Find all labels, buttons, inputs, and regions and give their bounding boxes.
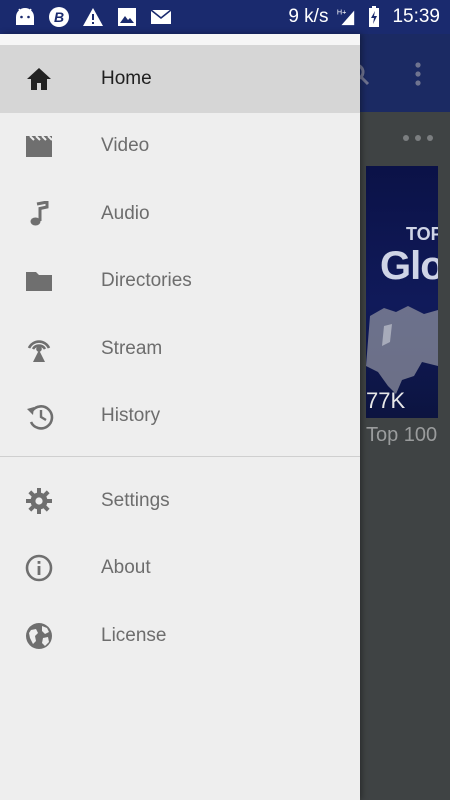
image-icon xyxy=(116,6,138,28)
nav-item-label: History xyxy=(101,405,161,427)
nav-item-directories[interactable]: Directories xyxy=(0,248,360,316)
nav-item-audio[interactable]: Audio xyxy=(0,180,360,248)
stream-antenna-icon xyxy=(24,334,54,364)
clock: 15:39 xyxy=(392,6,440,27)
nav-item-label: About xyxy=(101,557,151,579)
nav-item-stream[interactable]: Stream xyxy=(0,315,360,383)
nav-item-video[interactable]: Video xyxy=(0,113,360,181)
music-note-icon xyxy=(24,199,54,229)
nav-item-label: Directories xyxy=(101,270,192,292)
battery-charging-icon xyxy=(364,6,384,28)
info-icon xyxy=(24,553,54,583)
history-icon xyxy=(24,401,54,431)
thumbnail-title[interactable]: Top 100 xyxy=(366,424,450,447)
overflow-menu-icon[interactable] xyxy=(410,60,426,88)
nav-item-license[interactable]: License xyxy=(0,602,360,670)
drawer-divider xyxy=(0,456,360,457)
thumbnail-view-count: 77K xyxy=(366,388,406,413)
b-badge-icon: B xyxy=(48,6,70,28)
video-thumbnail[interactable]: TOP Glo 77K xyxy=(366,166,438,418)
nav-item-about[interactable]: About xyxy=(0,535,360,603)
gear-icon xyxy=(24,486,54,516)
android-icon xyxy=(14,6,36,28)
thumbnail-top-text: TOP xyxy=(406,224,438,244)
thumbnail-big-text: Glo xyxy=(380,244,438,288)
nav-item-label: Home xyxy=(101,67,152,89)
mail-icon xyxy=(150,6,172,28)
nav-item-history[interactable]: History xyxy=(0,383,360,451)
nav-item-label: Settings xyxy=(101,489,170,511)
navigation-drawer: Home Video Audio Directories Stream Hist… xyxy=(0,34,360,800)
video-clapper-icon xyxy=(24,131,54,161)
svg-text:H+: H+ xyxy=(337,7,347,16)
drawer-header xyxy=(0,34,360,45)
svg-text:B: B xyxy=(54,9,64,25)
home-icon xyxy=(24,64,54,94)
nav-item-label: License xyxy=(101,624,167,646)
warning-icon xyxy=(82,6,104,28)
nav-item-label: Video xyxy=(101,135,150,157)
folder-icon xyxy=(24,266,54,296)
signal-icon: H+ xyxy=(336,6,356,28)
nav-item-settings[interactable]: Settings xyxy=(0,467,360,535)
status-bar: B 9 k/s H+ 15:39 xyxy=(0,0,450,34)
nav-item-home[interactable]: Home xyxy=(0,45,360,113)
globe-icon xyxy=(24,621,54,651)
nav-item-label: Stream xyxy=(101,337,163,359)
network-speed: 9 k/s xyxy=(288,6,329,27)
nav-item-label: Audio xyxy=(101,202,150,224)
section-more-icon[interactable] xyxy=(400,128,436,148)
